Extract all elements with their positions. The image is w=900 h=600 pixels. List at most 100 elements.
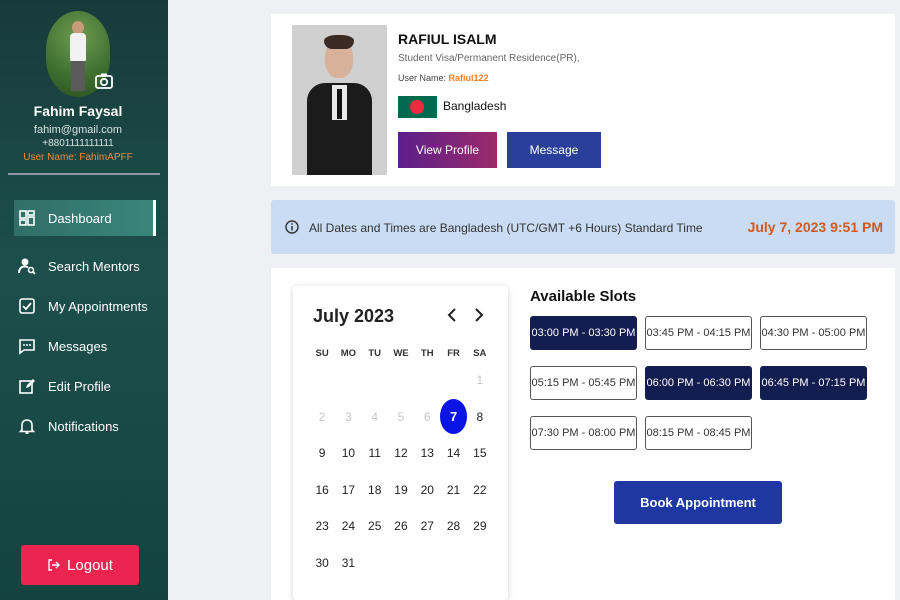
time-slot-button[interactable]: 07:30 PM - 08:00 PM [530, 416, 637, 450]
calendar-week-row: 9 10 11 12 13 14 15 [309, 435, 493, 472]
calendar-day[interactable]: 13 [414, 446, 440, 460]
chevron-right-icon[interactable] [471, 306, 487, 324]
chevron-left-icon[interactable] [445, 306, 461, 324]
sidebar: Fahim Faysal fahim@gmail.com +8801111111… [0, 0, 168, 600]
calendar-week-row: 23 24 25 26 27 28 29 [309, 508, 493, 545]
user-handle: User Name: FahimAPFF [23, 152, 133, 163]
calendar-day[interactable]: 10 [335, 446, 361, 460]
message-button[interactable]: Message [507, 132, 601, 168]
calendar-day[interactable]: 16 [309, 483, 335, 497]
info-icon [285, 220, 299, 234]
calendar-week-row: 1 [309, 362, 493, 399]
sidebar-item-edit-profile[interactable]: Edit Profile [14, 368, 156, 404]
sidebar-item-notifications[interactable]: Notifications [14, 408, 156, 444]
calendar-day[interactable]: 28 [440, 519, 466, 533]
calendar-day[interactable]: 25 [362, 519, 388, 533]
bangladesh-flag-icon [398, 96, 437, 118]
calendar-day[interactable]: 27 [414, 519, 440, 533]
time-slot-button[interactable]: 03:45 PM - 04:15 PM [645, 316, 752, 350]
book-appointment-button[interactable]: Book Appointment [614, 481, 782, 524]
calendar-day: 1 [476, 373, 484, 388]
sidebar-item-label: Edit Profile [48, 378, 111, 394]
calendar-day[interactable]: 17 [335, 483, 361, 497]
current-datetime: July 7, 2023 9:51 PM [747, 219, 883, 235]
weekday-label: SA [473, 347, 487, 359]
logout-button[interactable]: Logout [21, 545, 139, 585]
timezone-text: All Dates and Times are Bangladesh (UTC/… [309, 221, 703, 235]
user-name: Fahim Faysal [33, 103, 123, 119]
calendar-day[interactable]: 19 [388, 483, 414, 497]
sidebar-item-label: Dashboard [48, 210, 112, 226]
calendar-day[interactable]: 9 [309, 446, 335, 460]
calendar-week-row: 30 31 [309, 545, 493, 582]
sidebar-item-label: My Appointments [48, 298, 148, 314]
user-email: fahim@gmail.com [33, 124, 123, 136]
calendar-day: 5 [397, 409, 405, 424]
calendar-day[interactable]: 21 [440, 483, 466, 497]
user-phone: +8801111111111 [42, 138, 114, 149]
user-avatar[interactable] [46, 11, 113, 97]
dashboard-icon [19, 210, 35, 226]
calendar-day[interactable]: 8 [467, 410, 493, 424]
time-slot-button[interactable]: 06:45 PM - 07:15 PM [760, 366, 867, 400]
sidebar-item-messages[interactable]: Messages [14, 328, 156, 364]
time-slot-button[interactable]: 04:30 PM - 05:00 PM [760, 316, 867, 350]
mentor-country: Bangladesh [443, 99, 507, 113]
camera-icon[interactable] [94, 71, 114, 91]
sidebar-item-search-mentors[interactable]: Search Mentors [14, 248, 156, 284]
sidebar-item-dashboard[interactable]: Dashboard [14, 200, 156, 236]
weekday-label: WE [393, 347, 409, 359]
timezone-banner: All Dates and Times are Bangladesh (UTC/… [271, 200, 895, 254]
calendar-day[interactable]: 15 [467, 446, 493, 460]
calendar-day[interactable]: 11 [362, 446, 388, 460]
search-user-icon [18, 258, 36, 275]
calendar-day[interactable]: 12 [388, 446, 414, 460]
calendar-week-row: 16 17 18 19 20 21 22 [309, 472, 493, 509]
available-slots-title: Available Slots [530, 288, 637, 305]
message-icon [19, 339, 35, 355]
weekday-label: TH [420, 347, 434, 359]
logout-icon [48, 559, 61, 571]
calendar-day: 4 [371, 409, 379, 424]
calendar-day[interactable]: 23 [309, 519, 335, 533]
calendar-grid: SU MO TU WE TH FR SA 1 2 3 4 5 6 7 8 9 10 11 12 13 14… [309, 344, 493, 581]
selected-day-label: 7 [440, 399, 467, 435]
calendar-day[interactable]: 24 [335, 519, 361, 533]
calendar-day: 3 [345, 409, 352, 424]
mentor-photo [292, 25, 387, 175]
booking-section: July 2023 SU MO TU WE TH FR SA 123456789… [271, 268, 895, 600]
sidebar-item-my-appointments[interactable]: My Appointments [14, 288, 156, 324]
logout-label: Logout [67, 556, 113, 574]
sidebar-item-label: Messages [48, 338, 108, 354]
mentor-profile-card: RAFIUL ISALM Student Visa/Permanent Resi… [271, 14, 895, 186]
time-slot-button[interactable]: 05:15 PM - 05:45 PM [530, 366, 637, 400]
calendar-day[interactable]: 29 [467, 519, 493, 533]
time-slot-button[interactable]: 03:00 PM - 03:30 PM [530, 316, 637, 350]
calendar-day[interactable]: 22 [467, 483, 493, 497]
sidebar-item-label: Notifications [48, 418, 119, 434]
time-slot-button[interactable]: 06:00 PM - 06:30 PM [645, 366, 752, 400]
view-profile-button[interactable]: View Profile [398, 132, 497, 168]
calendar: July 2023 SU MO TU WE TH FR SA 123456789… [293, 286, 508, 600]
bell-icon [18, 419, 36, 434]
calendar-day-selected[interactable]: 7 [440, 399, 467, 435]
calendar-day[interactable]: 31 [335, 556, 361, 570]
weekday-label: SU [315, 347, 329, 359]
weekday-label: FR [447, 347, 460, 359]
calendar-day[interactable]: 26 [388, 519, 414, 533]
calendar-weekday-row: SU MO TU WE TH FR SA [309, 344, 493, 362]
calendar-day[interactable]: 20 [414, 483, 440, 497]
calendar-day[interactable]: 14 [440, 446, 466, 460]
edit-icon [19, 379, 35, 394]
sidebar-divider [8, 173, 160, 175]
username-value: Rafiul122 [448, 73, 489, 83]
calendar-day[interactable]: 18 [362, 483, 388, 497]
mentor-name: RAFIUL ISALM [398, 31, 497, 47]
time-slot-button[interactable]: 08:15 PM - 08:45 PM [645, 416, 752, 450]
calendar-day[interactable]: 30 [309, 556, 335, 570]
weekday-label: MO [340, 347, 357, 359]
calendar-week-row: 2 3 4 5 678 [309, 399, 493, 436]
username-label: User Name: [398, 73, 447, 83]
checkbox-icon [19, 298, 35, 314]
sidebar-item-label: Search Mentors [48, 258, 140, 274]
